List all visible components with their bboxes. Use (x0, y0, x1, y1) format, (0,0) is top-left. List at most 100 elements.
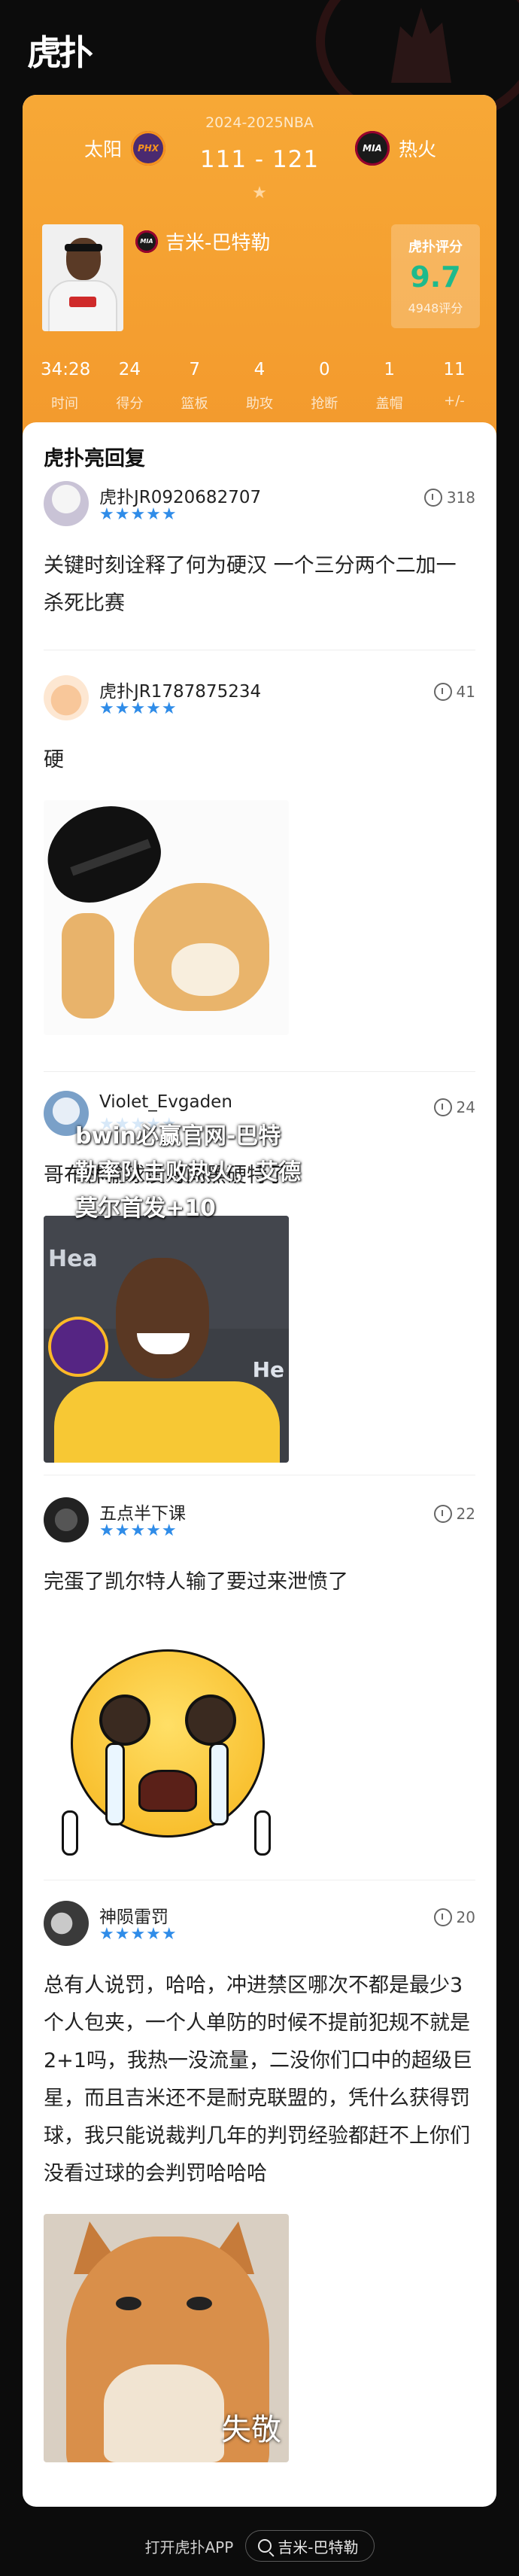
cat-eye-left (116, 2297, 141, 2310)
photo-jersey (69, 297, 96, 307)
reply-item[interactable]: 五点半下课 ★★★★★ 22 完蛋了凯尔特人输了要过来泄愤了 (44, 1497, 475, 1868)
like-button[interactable]: 20 (433, 1908, 475, 1926)
stat-label: 抢断 (311, 396, 338, 412)
reply-stars: ★★★★★ (99, 1925, 178, 1944)
reply-username[interactable]: Violet_Evgaden (99, 1092, 232, 1112)
like-count: 22 (456, 1505, 475, 1523)
rating-box[interactable]: 虎扑评分 9.7 4948评分 (391, 224, 480, 328)
like-icon (423, 489, 442, 507)
like-icon (433, 1908, 452, 1926)
reply-text: 总有人说罚，哈哈，冲进禁区哪次不都是最少3个人包夹，一个人单防的时候不提前犯规不… (44, 1974, 472, 2185)
reply-item[interactable]: 虎扑JR0920682707 ★★★★★ 318 关键时刻诠释了何为硬汉 一个三… (44, 481, 475, 623)
section-title: 虎扑亮回复 (44, 447, 145, 470)
like-icon (433, 683, 452, 701)
image-head (116, 1258, 209, 1378)
like-button[interactable]: 318 (423, 489, 475, 507)
laughing-player-image[interactable]: Hea He (44, 1216, 289, 1463)
like-button[interactable]: 22 (433, 1505, 475, 1523)
reply-header: 神陨雷罚 ★★★★★ 20 (44, 1901, 475, 1946)
stat-steals: 0 抢断 (300, 360, 348, 413)
stat-value: 0 (318, 360, 330, 379)
reply-stars: ★★★★★ (99, 505, 178, 524)
reply-header: 五点半下课 ★★★★★ 22 (44, 1497, 475, 1542)
stat-label: 助攻 (245, 396, 273, 412)
doge-hat-image[interactable] (44, 800, 289, 1035)
crying-eye-left (102, 1698, 147, 1743)
stat-minutes: 34:28 时间 (41, 360, 91, 413)
reply-text: 硬 (44, 748, 64, 772)
stat-plus-minus: 11 +/- (430, 360, 478, 413)
player-photo (42, 224, 123, 331)
reply-stars: ★★★★★ (99, 1521, 178, 1540)
crying-mouth (138, 1770, 197, 1812)
image-caption-right: He (252, 1357, 284, 1382)
away-team-name: 热火 (398, 139, 436, 160)
avatar[interactable] (44, 1901, 89, 1946)
crying-eye-right (188, 1698, 233, 1743)
reply-username[interactable]: 神陨雷罚 (99, 1902, 168, 1928)
reply-username[interactable]: 五点半下课 (99, 1499, 186, 1524)
replies-sheet: 虎扑亮回复 虎扑JR0920682707 ★★★★★ 318 关键时刻诠释了何为… (23, 422, 496, 2492)
stat-value: 4 (253, 360, 266, 379)
tear-left (105, 1743, 125, 1825)
doge-paw (62, 913, 114, 1019)
crying-emoji-image[interactable] (44, 1622, 289, 1868)
divider (44, 1071, 475, 1072)
star-icon: ★ (252, 184, 267, 202)
cat-eye-right (187, 2297, 212, 2310)
cat-salute-image[interactable]: 失敬 (44, 2214, 289, 2462)
stat-value: 34:28 (41, 360, 91, 379)
content-card: 2024-2025NBA 太阳 PHX 111 - 121 MIA 热火 ★ M… (23, 95, 496, 2507)
stat-value: 1 (384, 360, 395, 379)
reply-text: 完蛋了凯尔特人输了要过来泄愤了 (44, 1570, 348, 1594)
cat-caption: 失敬 (221, 2413, 281, 2447)
like-count: 20 (456, 1908, 475, 1926)
stat-label: 时间 (51, 396, 78, 412)
like-button[interactable]: 24 (433, 1098, 475, 1116)
lakers-logo-icon (48, 1317, 108, 1377)
stat-value: 7 (189, 360, 200, 379)
like-button[interactable]: 41 (433, 683, 475, 701)
top-bar: 虎扑 (0, 0, 519, 128)
photo-headband (65, 244, 102, 251)
reply-stars: ★★★★★ (99, 699, 178, 718)
like-icon (433, 1098, 452, 1116)
avatar[interactable] (44, 675, 89, 720)
game-header: 2024-2025NBA 太阳 PHX 111 - 121 MIA 热火 ★ M… (23, 95, 496, 437)
bottom-bar: 打开虎扑APP 吉米-巴特勒 (0, 2516, 519, 2576)
stat-label: 盖帽 (375, 396, 403, 412)
like-count: 41 (456, 683, 475, 701)
rating-score: 9.7 (410, 260, 461, 294)
reply-header: 虎扑JR0920682707 ★★★★★ 318 (44, 481, 475, 526)
stat-blocks: 1 盖帽 (366, 360, 414, 413)
avatar[interactable] (44, 1497, 89, 1542)
like-icon (433, 1505, 452, 1523)
stat-label: 篮板 (181, 396, 208, 412)
stat-label: +/- (444, 393, 465, 409)
reply-item[interactable]: 神陨雷罚 ★★★★★ 20 总有人说罚，哈哈，冲进禁区哪次不都是最少3个人包夹，… (44, 1901, 475, 2462)
player-name-row[interactable]: MIA 吉米-巴特勒 (135, 227, 270, 255)
image-shirt (54, 1381, 280, 1463)
hupu-logo[interactable]: 虎扑 (27, 26, 93, 75)
search-chip[interactable]: 吉米-巴特勒 (245, 2530, 375, 2562)
stat-points: 24 得分 (105, 360, 153, 413)
away-team[interactable]: MIA 热火 (354, 131, 436, 166)
stat-assists: 4 助攻 (235, 360, 284, 413)
cat-paws (104, 2364, 224, 2462)
player-team-logo-icon: MIA (135, 230, 158, 253)
reply-username[interactable]: 虎扑JR1787875234 (99, 677, 261, 702)
reply-item[interactable]: 虎扑JR1787875234 ★★★★★ 41 硬 (44, 675, 475, 1035)
stat-rebounds: 7 篮板 (171, 360, 219, 413)
avatar[interactable] (44, 481, 89, 526)
open-app-link[interactable]: 打开虎扑APP (144, 2535, 233, 2557)
reply-username[interactable]: 虎扑JR0920682707 (99, 483, 261, 508)
rating-title: 虎扑评分 (408, 239, 463, 255)
season-label: 2024-2025NBA (205, 114, 314, 131)
search-text: 吉米-巴特勒 (278, 2538, 359, 2556)
stat-row: 34:28 时间 24 得分 7 篮板 4 助攻 0 抢断 1 盖帽 11 +/- (23, 360, 496, 413)
image-caption-left: Hea (48, 1246, 98, 1272)
like-count: 318 (446, 489, 475, 507)
player-name: 吉米-巴特勒 (165, 232, 271, 254)
heat-logo-icon: MIA (354, 131, 390, 166)
doge-muzzle (171, 943, 239, 996)
